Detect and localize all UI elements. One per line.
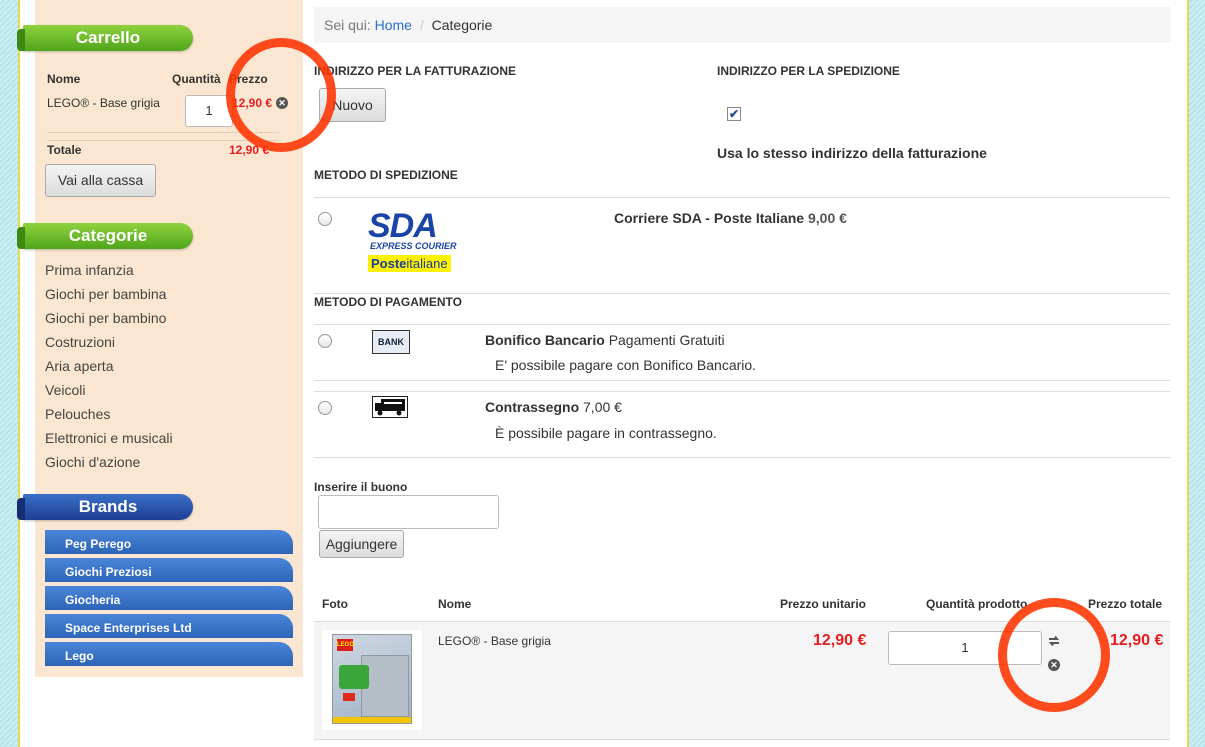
ribbon-tail	[17, 498, 25, 520]
sda-logo: SDA EXPRESS COURIER Posteitaliane	[368, 207, 468, 279]
lego-box-image: LEGO	[332, 634, 412, 724]
category-item[interactable]: Giochi per bambina	[45, 286, 173, 310]
sda-logo-text: SDA	[368, 207, 438, 245]
checkout-button[interactable]: Vai alla cassa	[45, 164, 156, 197]
poste-logo-bold: Poste	[371, 256, 407, 271]
breadcrumb-current: Categorie	[431, 17, 493, 33]
divider	[314, 293, 1170, 294]
shipping-method-title: METODO DI SPEDIZIONE	[314, 168, 458, 182]
cart-col-qty: Quantità	[172, 72, 221, 86]
cart-col-name: Nome	[47, 72, 81, 86]
product-name[interactable]: LEGO® - Base grigia	[438, 634, 551, 648]
divider	[314, 391, 1170, 392]
poste-italiane-logo: Posteitaliane	[368, 255, 451, 272]
ribbon-tail	[17, 227, 25, 249]
payment-bank-desc: E' possibile pagare con Bonifico Bancari…	[495, 357, 757, 373]
product-unit-price: 12,90 €	[813, 632, 867, 649]
divider	[314, 197, 1170, 198]
divider	[314, 457, 1170, 458]
cart-item-price: 12,90 €	[232, 96, 273, 110]
breadcrumb-home-link[interactable]: Home	[375, 17, 412, 33]
category-item[interactable]: Aria aperta	[45, 358, 173, 382]
category-item[interactable]: Costruzioni	[45, 334, 173, 358]
payment-bank-label: Bonifico Bancario Pagamenti Gratuiti	[485, 332, 725, 348]
new-address-button[interactable]: Nuovo	[319, 88, 386, 122]
remove-item-icon[interactable]: ✕	[1048, 655, 1060, 673]
cart-total-label: Totale	[47, 143, 82, 157]
cart-total-value: 12,90 €	[229, 143, 270, 157]
poste-logo-normal: italiane	[406, 256, 448, 271]
bank-icon: BANK	[372, 330, 410, 354]
divider	[314, 324, 1170, 325]
category-list: Prima infanzia Giochi per bambina Giochi…	[45, 262, 173, 478]
shipping-option-radio[interactable]	[318, 212, 332, 226]
category-item[interactable]: Giochi d'azione	[45, 454, 173, 478]
brand-item[interactable]: Giocheria	[45, 586, 293, 610]
categories-title: Categorie	[68, 226, 148, 245]
sda-logo-subtext: EXPRESS COURIER	[370, 241, 457, 251]
ribbon-tail	[17, 29, 25, 51]
lego-scene	[339, 665, 369, 689]
cart-item-row: LEGO® - Base grigia 1 12,90 € ✕	[47, 92, 288, 133]
product-qty-input[interactable]: 1	[888, 631, 1042, 665]
lego-car	[343, 693, 355, 701]
refresh-icon[interactable]	[1047, 634, 1061, 648]
coupon-label: Inserire il buono	[314, 480, 408, 494]
cart-total-row: Totale 12,90 €	[47, 140, 279, 157]
cart-col-price: Prezzo	[229, 72, 268, 86]
same-address-label: Usa lo stesso indirizzo della fatturazio…	[717, 145, 987, 161]
product-total-price: 12,90 €	[1110, 632, 1164, 649]
lego-box-bar	[333, 717, 411, 723]
category-item[interactable]: Pelouches	[45, 406, 173, 430]
table-header-name: Nome	[438, 597, 472, 611]
billing-title: INDIRIZZO PER LA FATTURAZIONE	[314, 64, 516, 78]
table-header-total: Prezzo totale	[1088, 597, 1163, 611]
category-item[interactable]: Elettronici e musicali	[45, 430, 173, 454]
divider	[314, 380, 1170, 381]
cart-title: Carrello	[75, 28, 141, 47]
shipping-address-title: INDIRIZZO PER LA SPEDIZIONE	[717, 64, 900, 78]
product-thumbnail[interactable]: LEGO	[322, 630, 422, 730]
brand-item[interactable]: Lego	[45, 642, 293, 666]
brands-title: Brands	[78, 497, 138, 516]
shipping-option-price: 9,00 €	[807, 210, 847, 226]
add-coupon-button[interactable]: Aggiungere	[319, 530, 404, 558]
category-item[interactable]: Giochi per bambino	[45, 310, 173, 334]
coupon-input[interactable]	[318, 495, 499, 529]
payment-cod-name: Contrassegno	[485, 399, 580, 415]
table-header-qty: Quantità prodotto	[926, 597, 1028, 611]
brand-item[interactable]: Space Enterprises Ltd	[45, 614, 293, 638]
brands-ribbon: Brands	[17, 494, 193, 520]
lego-logo: LEGO	[337, 639, 354, 651]
cart-ribbon: Carrello	[17, 25, 193, 51]
same-address-checkbox[interactable]: ✔	[727, 107, 741, 121]
category-item[interactable]: Veicoli	[45, 382, 173, 406]
table-header-photo: Foto	[322, 597, 348, 611]
breadcrumb-prefix: Sei qui:	[324, 17, 371, 33]
shipping-option-name: Corriere SDA - Poste Italiane	[614, 210, 805, 226]
payment-bank-radio[interactable]	[318, 334, 332, 348]
payment-cod-extra: 7,00 €	[583, 399, 622, 415]
payment-cod-label: Contrassegno 7,00 €	[485, 399, 622, 415]
payment-cod-radio[interactable]	[318, 401, 332, 415]
payment-bank-name: Bonifico Bancario	[485, 332, 605, 348]
categories-ribbon: Categorie	[17, 223, 193, 249]
cart-qty-input[interactable]: 1	[185, 95, 233, 127]
brand-item[interactable]: Peg Perego	[45, 530, 293, 554]
payment-method-title: METODO DI PAGAMENTO	[314, 295, 463, 309]
shipping-option-label: Corriere SDA - Poste Italiane 9,00 €	[614, 210, 847, 226]
table-header-unit-price: Prezzo unitario	[780, 597, 867, 611]
truck-icon	[372, 396, 408, 418]
payment-bank-extra: Pagamenti Gratuiti	[608, 332, 725, 348]
table-row: LEGO LEGO® - Base grigia 12,90 € 1 ✕ 12,…	[314, 621, 1170, 740]
breadcrumb-separator: /	[419, 17, 424, 33]
breadcrumb: Sei qui: Home / Categorie	[314, 7, 1171, 43]
payment-cod-desc: È possibile pagare in contrassegno.	[495, 425, 717, 441]
brand-item[interactable]: Giochi Preziosi	[45, 558, 293, 582]
category-item[interactable]: Prima infanzia	[45, 262, 173, 286]
cart-item-name: LEGO® - Base grigia	[47, 96, 160, 110]
sidebar: Carrello Nome Quantità Prezzo LEGO® - Ba…	[17, 0, 303, 677]
